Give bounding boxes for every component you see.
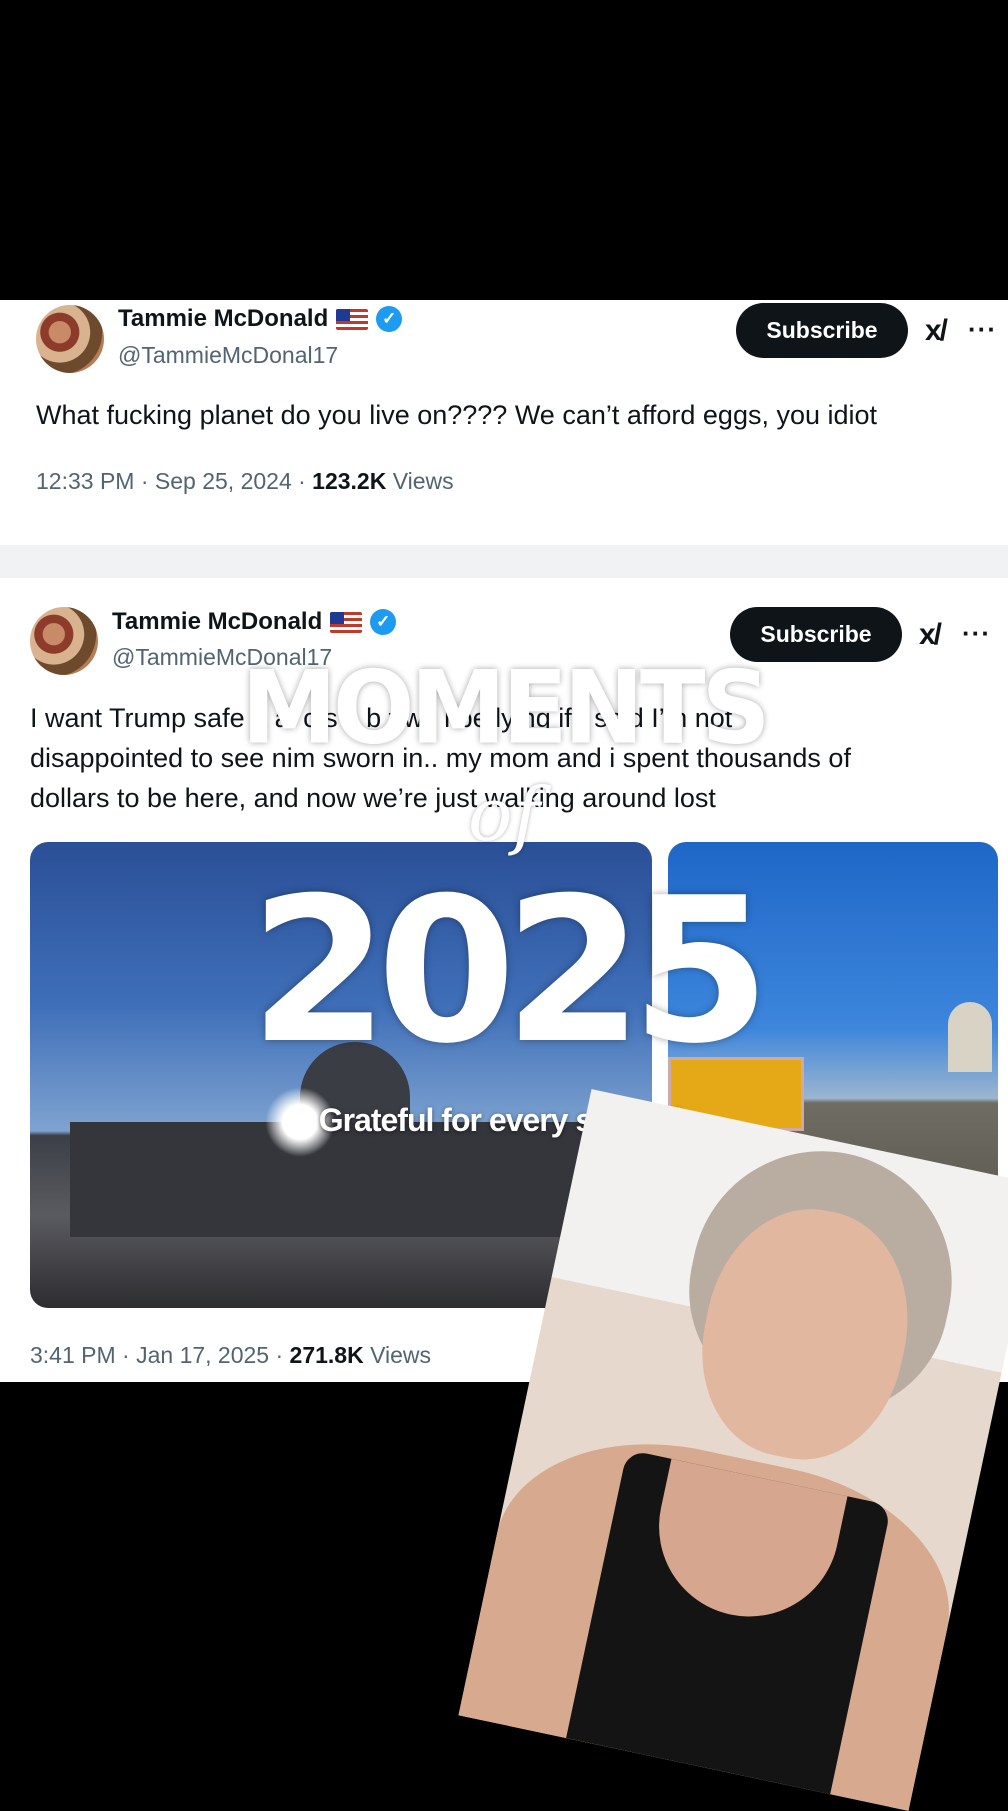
verified-badge-icon: ✓	[370, 609, 397, 635]
overlay-caption: Grateful for every second.	[318, 1102, 691, 1138]
subscribe-button[interactable]: Subscribe	[736, 303, 908, 358]
author-row: Tammie McDonald ✓	[112, 608, 397, 636]
us-flag-icon	[336, 308, 369, 330]
overlay-year-text: 2025	[249, 855, 771, 1088]
tweet-meta: 12:33 PM · Sep 25, 2024 · 123.2K Views	[36, 468, 454, 495]
overlay-moments-text: MOMENTS	[241, 649, 770, 767]
tweet-timestamp[interactable]: 3:41 PM · Jan 17, 2025 ·	[30, 1342, 290, 1368]
author-name[interactable]: Tammie McDonald	[112, 608, 322, 636]
avatar[interactable]	[36, 305, 104, 373]
more-options-icon[interactable]: ···	[968, 314, 997, 345]
views-label: Views	[386, 468, 454, 494]
us-flag-icon	[330, 611, 363, 633]
views-count: 123.2K	[312, 468, 387, 494]
views-count: 271.8K	[289, 1342, 364, 1368]
grok-icon[interactable]: x/	[919, 618, 942, 652]
grok-icon[interactable]: x/	[925, 314, 948, 348]
capitol-building	[70, 1122, 630, 1237]
verified-badge-icon: ✓	[376, 306, 403, 332]
tweet-timestamp[interactable]: 12:33 PM · Sep 25, 2024 ·	[36, 468, 312, 494]
views-label: Views	[363, 1342, 432, 1368]
more-options-icon[interactable]: ···	[962, 618, 991, 649]
tweet-separator	[0, 545, 1008, 578]
tweet-text: What fucking planet do you live on???? W…	[36, 400, 878, 430]
overlay-of-text: of	[468, 772, 540, 858]
author-handle[interactable]: @TammieMcDonal17	[118, 342, 338, 369]
author-row: Tammie McDonald ✓	[118, 305, 403, 333]
author-name[interactable]: Tammie McDonald	[118, 305, 328, 333]
tweet-card-1[interactable]: Tammie McDonald ✓ @TammieMcDonal17 Subsc…	[0, 300, 1008, 545]
tweet-meta: 3:41 PM · Jan 17, 2025 · 271.8K Views	[30, 1342, 431, 1369]
